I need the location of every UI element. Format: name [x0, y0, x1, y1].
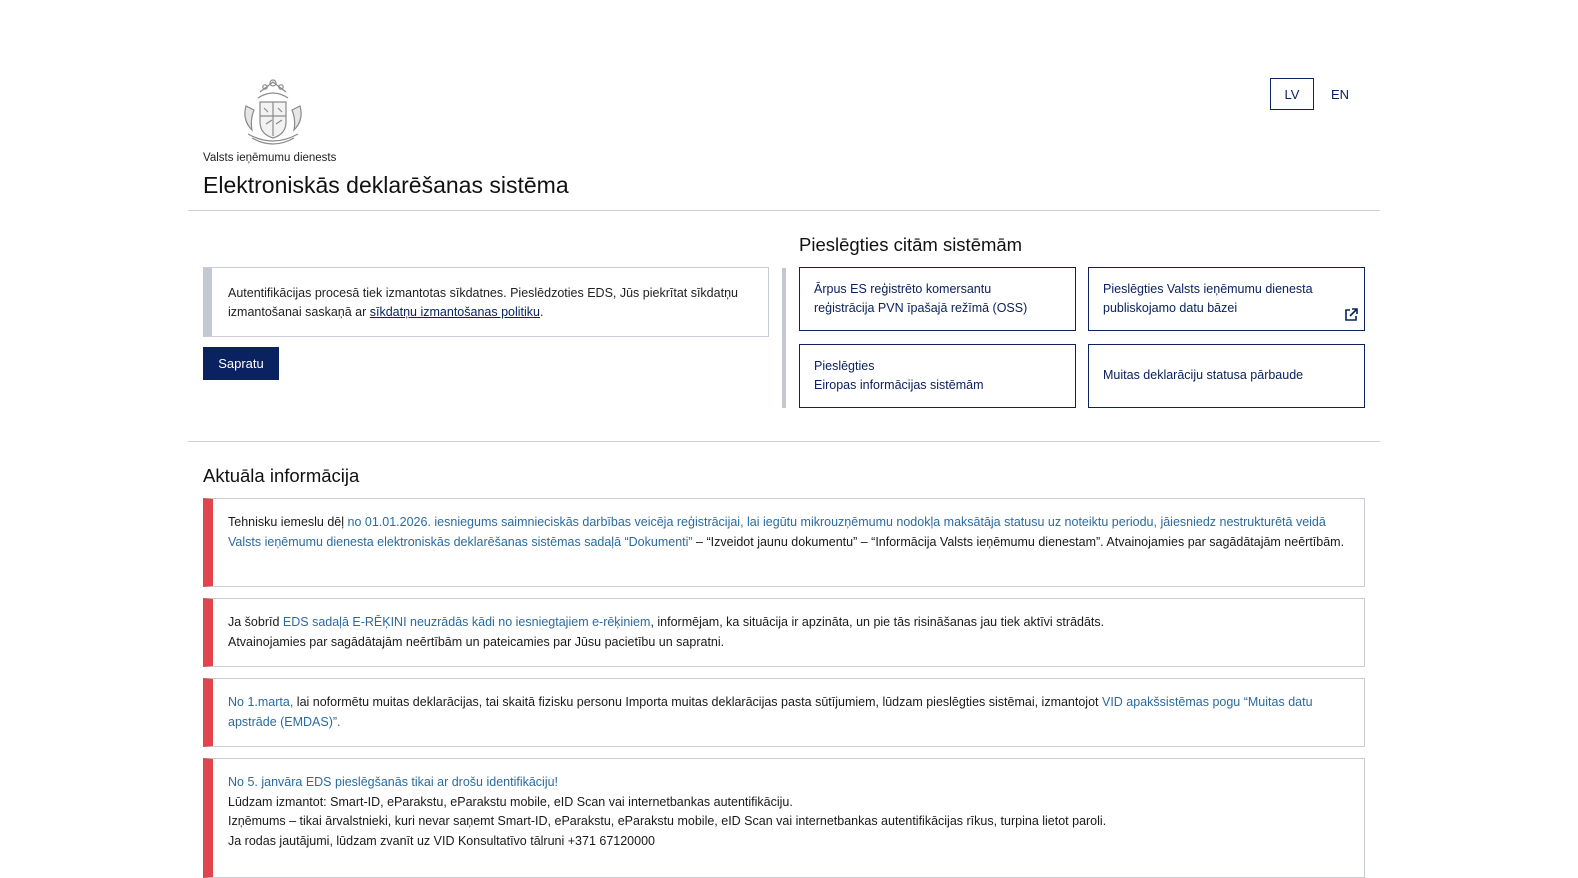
news-item: Ja šobrīd EDS sadaļā E-RĒĶINI neuzrādās … — [203, 598, 1365, 667]
tile-label: Pieslēgties Valsts ieņēmumu dienesta — [1103, 281, 1313, 296]
tile-label: Eiropas informācijas sistēmām — [814, 378, 984, 392]
coat-of-arms-icon — [244, 79, 302, 145]
news-text: lai noformētu muitas deklarācijas, tai s… — [293, 695, 1102, 709]
news-text: Tehnisku iemeslu dēļ — [228, 515, 348, 529]
news-link[interactable]: No 1.marta, — [228, 695, 293, 709]
section-separator — [782, 268, 786, 408]
external-link-icon — [1345, 308, 1358, 321]
accept-cookies-button[interactable]: Sapratu — [203, 347, 279, 380]
oss-registration-tile[interactable]: Ārpus ES reģistrēto komersantu reģistrāci… — [799, 267, 1076, 331]
news-text: – “Izveidot jaunu dokumentu” – “Informāc… — [692, 534, 1345, 549]
tile-label: Muitas deklarāciju statusa pārbaude — [1103, 368, 1304, 383]
cookie-notice: Autentifikācijas procesā tiek izmantotas… — [203, 267, 769, 337]
news-link[interactable]: EDS sadaļā E-RĒĶINI neuzrādās kādi no ie… — [283, 615, 651, 629]
tile-label: publiskojamo datu bāzei — [1103, 301, 1238, 315]
org-name: Valsts ieņēmumu dienests — [203, 152, 337, 164]
cookie-text-end: . — [539, 305, 544, 319]
news-text: Lūdzam izmantot: Smart-ID, eParakstu, eP… — [228, 794, 793, 809]
eu-systems-tile[interactable]: Pieslēgties Eiropas informācijas sistēmām — [799, 344, 1076, 408]
news-item: Tehnisku iemeslu dēļ no 01.01.2026. iesn… — [203, 498, 1365, 587]
news-text: , informējam, ka situācija ir apzināta, … — [650, 615, 1105, 629]
customs-status-tile[interactable]: Muitas deklarāciju statusa pārbaude — [1088, 344, 1365, 408]
section-divider — [188, 441, 1380, 442]
header-divider — [188, 210, 1380, 211]
news-item: No 5. janvāra EDS pieslēgšanās tikai ar … — [203, 758, 1365, 878]
news-item: No 1.marta, lai noformētu muitas deklarā… — [203, 678, 1365, 747]
news-text: Ja rodas jautājumi, lūdzam zvanīt uz VID… — [228, 833, 655, 848]
lang-lv-button[interactable]: LV — [1270, 78, 1314, 110]
news-text: Ja šobrīd — [228, 615, 283, 629]
news-text: Atvainojamies par sagādātajām neērtībām … — [228, 634, 725, 649]
public-database-tile[interactable]: Pieslēgties Valsts ieņēmumu dienesta publ… — [1088, 267, 1365, 331]
tile-label: reģistrācija PVN īpašajā režīmā (OSS) — [814, 301, 1028, 315]
connect-title: Pieslēgties citām sistēmām — [799, 234, 1023, 255]
cookie-policy-link[interactable]: sīkdatņu izmantošanas politiku — [370, 305, 540, 319]
news-text: Izņēmums – tikai ārvalstnieki, kuri neva… — [228, 814, 1107, 828]
news-link[interactable]: No 5. janvāra EDS pieslēgšanās tikai ar … — [228, 773, 1348, 793]
site-title: Elektroniskās deklarēšanas sistēma — [203, 172, 569, 198]
tile-label: Pieslēgties — [814, 358, 875, 373]
news-title: Aktuāla informācija — [203, 465, 360, 486]
tile-label: Ārpus ES reģistrēto komersantu — [814, 281, 992, 296]
lang-en-button[interactable]: EN — [1318, 78, 1362, 110]
